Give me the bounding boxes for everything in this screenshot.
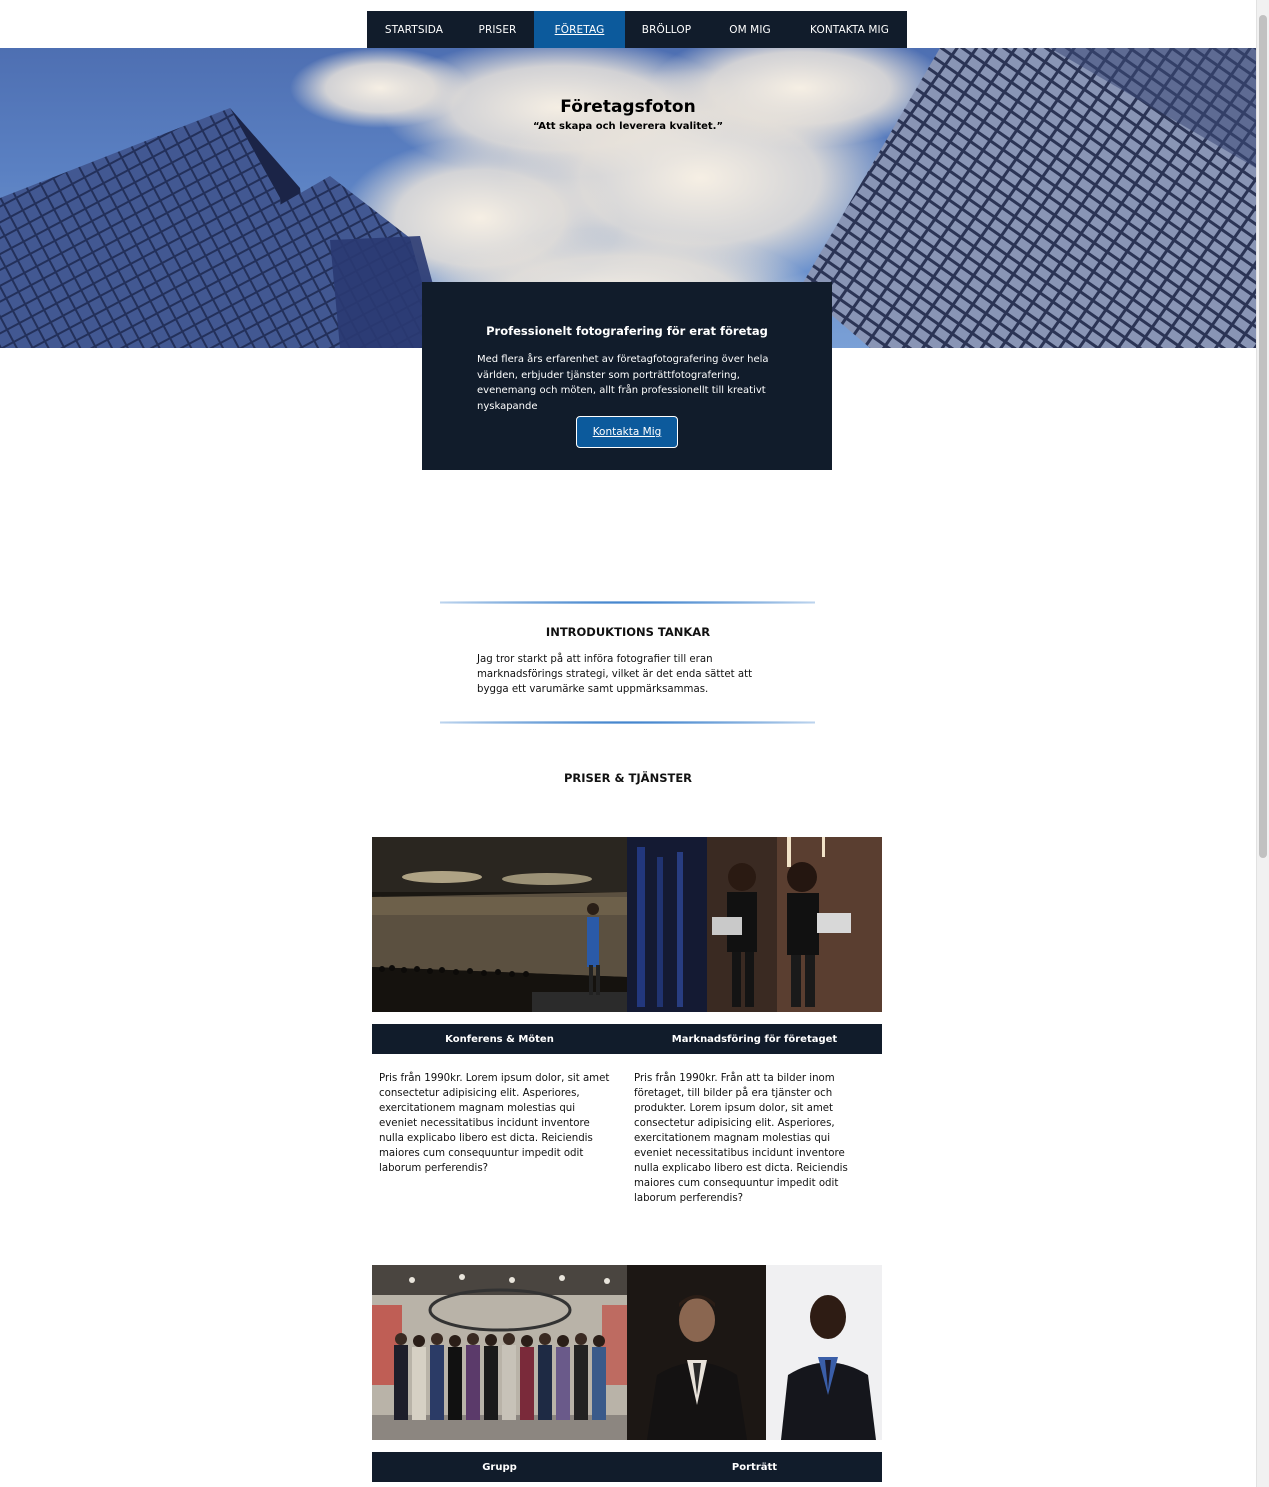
card-title-marknadsforing: Marknadsföring för företaget: [627, 1024, 882, 1054]
card-title-grupp: Grupp: [372, 1452, 627, 1482]
nav-item-kontakta-mig[interactable]: KONTAKTA MIG: [792, 11, 907, 48]
card-title-portratt: Porträtt: [627, 1452, 882, 1482]
nav-item-startsida[interactable]: STARTSIDA: [367, 11, 461, 48]
group-photo: [372, 1265, 627, 1440]
main-nav: STARTSIDA PRISER FÖRETAG BRÖLLOP OM MIG …: [367, 11, 907, 48]
info-heading: Professionelt fotografering för erat för…: [486, 324, 768, 338]
contact-button[interactable]: Kontakta Mig: [576, 416, 678, 448]
prices-title: PRISER & TJÄNSTER: [563, 771, 693, 785]
card-text-marknadsforing: Pris från 1990kr. Från att ta bilder ino…: [634, 1073, 848, 1204]
card-text-konferens: Pris från 1990kr. Lorem ipsum dolor, sit…: [379, 1073, 610, 1174]
nav-item-om-mig[interactable]: OM MIG: [708, 11, 792, 48]
nav-item-brollop[interactable]: BRÖLLOP: [625, 11, 708, 48]
nav-item-foretag[interactable]: FÖRETAG: [534, 11, 625, 48]
nav-item-priser[interactable]: PRISER: [461, 11, 534, 48]
intro-text: Jag tror starkt på att införa fotografie…: [477, 654, 753, 695]
portrait-photo-2: [766, 1265, 882, 1440]
marketing-photo: [627, 837, 882, 1012]
conference-photo: [372, 837, 627, 1012]
info-text: Med flera års erfarenhet av företagfotog…: [477, 354, 769, 412]
intro-title: INTRODUKTIONS TANKAR: [545, 625, 711, 639]
intro-divider-top: [440, 601, 815, 604]
company-info-box: Professionelt fotografering för erat för…: [422, 282, 832, 470]
portrait-photo-1: [627, 1265, 766, 1440]
hero-subtitle: “Att skapa och leverera kvalitet.”: [532, 121, 724, 132]
page-scrollbar-thumb[interactable]: [1259, 15, 1267, 858]
intro-divider-bottom: [440, 721, 815, 724]
card-title-konferens: Konferens & Möten: [372, 1024, 627, 1054]
hero-title: Företagsfoton: [560, 97, 696, 117]
